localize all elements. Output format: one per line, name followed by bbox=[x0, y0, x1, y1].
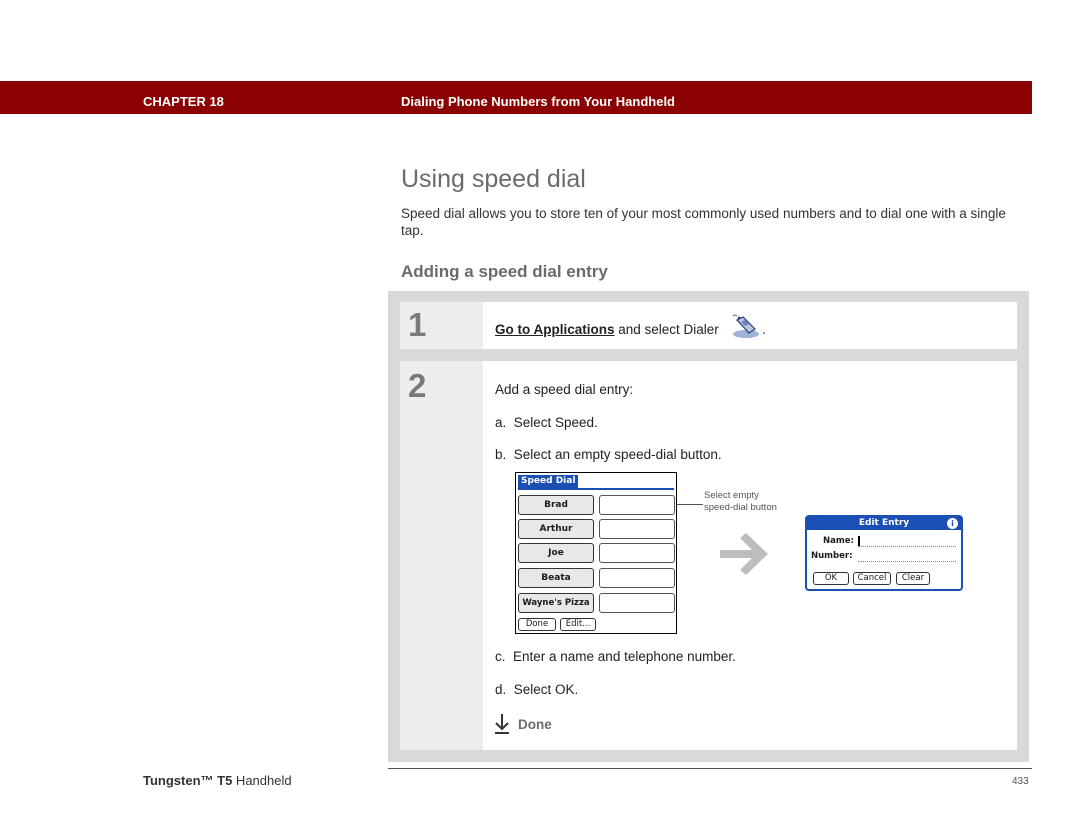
step-2-item-b: b. Select an empty speed-dial button. bbox=[495, 447, 722, 462]
step-1-number: 1 bbox=[408, 306, 427, 343]
callout-line-2: speed-dial button bbox=[704, 502, 777, 513]
edit-entry-title-text: Edit Entry bbox=[858, 518, 910, 528]
speed-dial-screen: Speed Dial Brad Arthur Joe Beata Wayne's… bbox=[515, 472, 677, 634]
go-to-applications-link[interactable]: Go to Applications bbox=[495, 322, 615, 337]
speed-dial-empty-button[interactable] bbox=[599, 593, 675, 613]
speed-dial-button-beata[interactable]: Beata bbox=[518, 568, 594, 588]
chapter-banner: CHAPTER 18 Dialing Phone Numbers from Yo… bbox=[0, 81, 1032, 114]
footer-product-bold: Tungsten™ T5 bbox=[143, 773, 233, 788]
step-2-number-cell: 2 bbox=[400, 361, 483, 750]
footer-rule bbox=[388, 768, 1032, 769]
step-1-number-cell: 1 bbox=[400, 302, 483, 349]
step-1-text: Go to Applications and select Dialer bbox=[495, 322, 719, 337]
step-2-number: 2 bbox=[408, 367, 427, 404]
callout-leader-line bbox=[677, 504, 703, 505]
speed-dial-empty-button[interactable] bbox=[599, 519, 675, 539]
callout-line-1: Select empty bbox=[704, 490, 759, 501]
chapter-title: Dialing Phone Numbers from Your Handheld bbox=[401, 94, 675, 109]
done-label: Done bbox=[518, 717, 552, 732]
done-arrow-icon bbox=[495, 714, 509, 734]
step-2-item-c: c. Enter a name and telephone number. bbox=[495, 649, 736, 664]
arrow-right-icon bbox=[720, 533, 768, 575]
intro-paragraph: Speed dial allows you to store ten of yo… bbox=[401, 206, 1006, 238]
ok-button[interactable]: OK bbox=[813, 572, 849, 585]
speed-dial-edit-button[interactable]: Edit... bbox=[560, 618, 596, 631]
name-field[interactable] bbox=[858, 546, 956, 547]
speed-dial-empty-button[interactable] bbox=[599, 543, 675, 563]
speed-dial-button-joe[interactable]: Joe bbox=[518, 543, 594, 563]
chapter-label: CHAPTER 18 bbox=[143, 94, 224, 109]
number-field[interactable] bbox=[858, 561, 956, 562]
step-2-lead: Add a speed dial entry: bbox=[495, 382, 634, 397]
speed-dial-done-button[interactable]: Done bbox=[518, 618, 556, 631]
step-1-rest: and select Dialer bbox=[614, 322, 719, 337]
footer-product-rest: Handheld bbox=[232, 773, 292, 788]
step-2-item-a: a. Select Speed. bbox=[495, 415, 598, 430]
speed-dial-empty-button[interactable] bbox=[599, 568, 675, 588]
name-label: Name: bbox=[823, 536, 854, 546]
speed-dial-empty-button[interactable] bbox=[599, 495, 675, 515]
text-cursor bbox=[858, 536, 860, 546]
page-number: 433 bbox=[1012, 776, 1029, 787]
speed-dial-title-rule bbox=[518, 488, 674, 490]
step-1-period: . bbox=[762, 322, 766, 337]
edit-entry-title: Edit Entry i bbox=[807, 517, 961, 530]
info-icon[interactable]: i bbox=[947, 518, 958, 529]
speed-dial-button-brad[interactable]: Brad bbox=[518, 495, 594, 515]
speed-dial-button-waynes-pizza[interactable]: Wayne's Pizza bbox=[518, 593, 594, 613]
dialer-icon bbox=[732, 314, 759, 338]
cancel-button[interactable]: Cancel bbox=[853, 572, 891, 585]
speed-dial-title: Speed Dial bbox=[518, 475, 579, 488]
clear-button[interactable]: Clear bbox=[896, 572, 930, 585]
section-title: Using speed dial bbox=[401, 165, 586, 193]
edit-entry-dialog: Edit Entry i Name: Number: OK Cancel Cle… bbox=[805, 515, 963, 591]
step-2-item-d: d. Select OK. bbox=[495, 682, 579, 697]
footer-product: Tungsten™ T5 Handheld bbox=[143, 773, 292, 788]
number-label: Number: bbox=[811, 551, 853, 561]
subsection-title: Adding a speed dial entry bbox=[401, 262, 608, 281]
speed-dial-button-arthur[interactable]: Arthur bbox=[518, 519, 594, 539]
callout-label: Select empty speed-dial button bbox=[704, 490, 777, 514]
